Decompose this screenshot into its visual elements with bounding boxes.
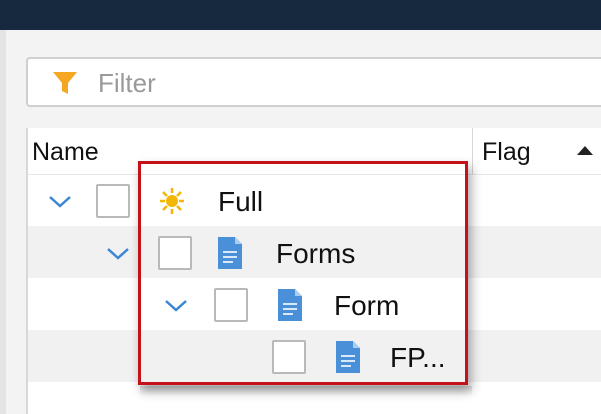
filter-placeholder: Filter bbox=[98, 68, 156, 98]
sun-icon bbox=[160, 188, 184, 214]
node-checkbox[interactable] bbox=[272, 340, 306, 374]
column-divider[interactable] bbox=[472, 128, 473, 174]
chevron-down-icon[interactable] bbox=[106, 247, 130, 261]
column-header-flag[interactable]: Flag bbox=[482, 138, 531, 167]
tree-view: Name Flag Full Forms Form FP... bbox=[26, 128, 601, 414]
tree-row-stripe bbox=[26, 278, 601, 330]
sort-ascending-icon[interactable] bbox=[576, 144, 594, 156]
column-header-name[interactable]: Name bbox=[32, 138, 99, 167]
node-checkbox[interactable] bbox=[96, 184, 130, 218]
tree-header: Name Flag bbox=[26, 128, 601, 175]
tree-node-label[interactable]: FP... bbox=[390, 342, 446, 374]
document-icon bbox=[278, 289, 302, 321]
node-checkbox[interactable] bbox=[214, 288, 248, 322]
filter-icon bbox=[53, 72, 77, 94]
highlight-shadow bbox=[140, 386, 472, 396]
filter-input[interactable]: Filter bbox=[26, 57, 601, 107]
tree-left-border bbox=[26, 128, 28, 414]
tree-node-label[interactable]: Form bbox=[334, 290, 399, 322]
document-icon bbox=[336, 341, 360, 373]
document-icon bbox=[218, 237, 242, 269]
tree-node-label[interactable]: Forms bbox=[276, 238, 355, 270]
chevron-down-icon[interactable] bbox=[48, 195, 72, 209]
panel-left-edge bbox=[0, 30, 6, 414]
chevron-down-icon[interactable] bbox=[164, 299, 188, 313]
node-checkbox[interactable] bbox=[158, 236, 192, 270]
tree-node-label[interactable]: Full bbox=[218, 186, 263, 218]
tree-row-stripe bbox=[26, 330, 601, 382]
window-title-bar bbox=[0, 0, 601, 30]
